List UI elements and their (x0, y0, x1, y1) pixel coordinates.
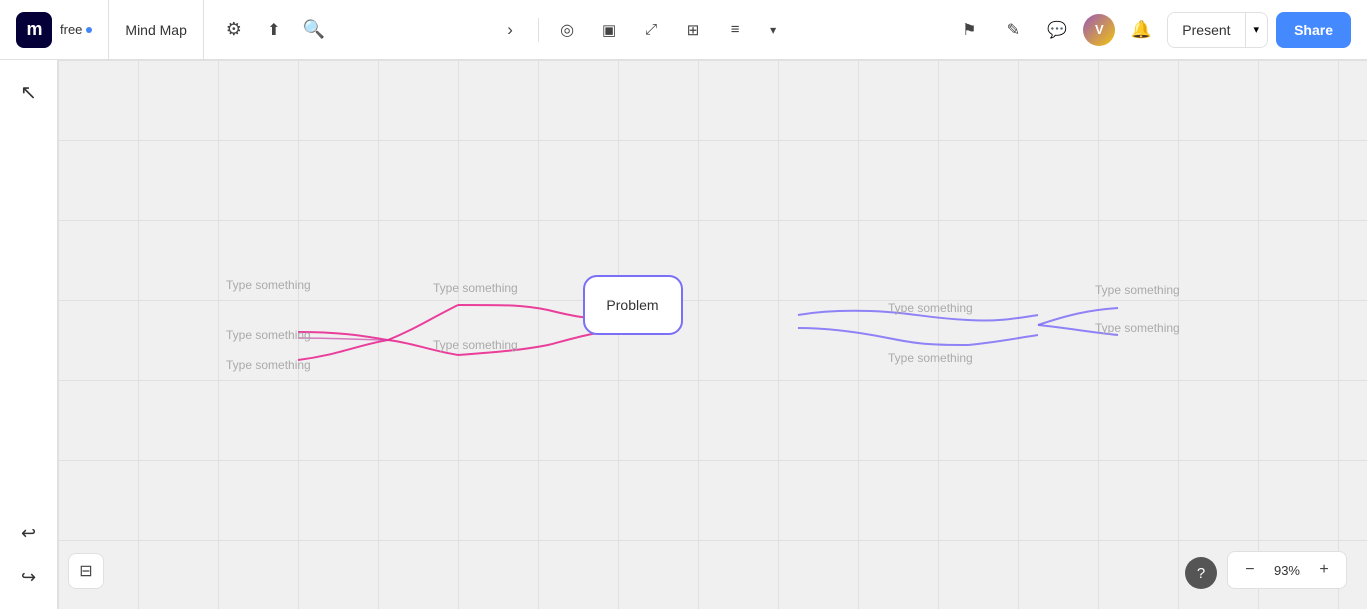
zoom-out-button[interactable]: − (1236, 556, 1264, 584)
chevron-right-icon: › (507, 20, 513, 40)
free-dot (86, 27, 92, 33)
flag-icon: ⚑ (962, 20, 976, 40)
problem-node[interactable]: Problem (583, 275, 683, 335)
settings-icon: ⚙ (226, 19, 242, 40)
apps-icon: ⊞ (687, 21, 700, 39)
fullscreen-button[interactable]: ⤢ (633, 12, 669, 48)
help-button[interactable]: ? (1185, 557, 1217, 589)
zoom-in-button[interactable]: + (1310, 556, 1338, 584)
mindmap-svg (58, 60, 1367, 609)
free-badge: free (60, 22, 92, 37)
present-dropdown-button[interactable]: ▾ (1245, 13, 1268, 47)
board-title: Mind Map (109, 0, 203, 59)
screen-button[interactable]: ▣ (591, 12, 627, 48)
cursor-reaction-icon: ✎ (1007, 20, 1020, 40)
sidebar-toggle-button[interactable]: › (492, 12, 528, 48)
comment-icon: 💬 (1047, 20, 1067, 40)
zoom-level: 93% (1268, 563, 1306, 578)
zoom-controls: − 93% + (1227, 551, 1347, 589)
redo-icon: ↪ (21, 567, 36, 588)
undo-icon: ↩ (21, 523, 36, 544)
toolbar-left-icons: ⚙ ⬆ 🔍 (204, 12, 344, 48)
screen-icon: ▣ (602, 21, 616, 39)
present-chevron-icon: ▾ (1254, 23, 1260, 36)
avatar[interactable]: V (1083, 14, 1115, 46)
fullscreen-icon: ⤢ (645, 21, 657, 38)
problem-node-label: Problem (606, 297, 658, 313)
share-button[interactable]: Share (1276, 12, 1351, 48)
toolbar-center: › ◎ ▣ ⤢ ⊞ ≡ ▾ (344, 12, 935, 48)
cursor-icon: ↖ (20, 80, 37, 105)
plus-icon: + (1319, 561, 1328, 579)
settings-button[interactable]: ⚙ (216, 12, 252, 48)
apps-button[interactable]: ⊞ (675, 12, 711, 48)
panel-toggle-icon: ⊟ (79, 561, 92, 581)
notifications-button[interactable]: 🔔 (1123, 12, 1159, 48)
canvas[interactable]: Problem Type something Type something Ty… (58, 60, 1367, 609)
more-options-button[interactable]: ▾ (759, 16, 787, 44)
comment-button[interactable]: 💬 (1039, 12, 1075, 48)
present-button[interactable]: Present (1168, 13, 1244, 47)
toolbar-left: m free (0, 0, 109, 59)
avatar-text: V (1095, 22, 1104, 37)
bell-icon: 🔔 (1131, 20, 1152, 40)
upload-icon: ⬆ (267, 20, 280, 40)
redo-button[interactable]: ↪ (9, 557, 49, 597)
free-label: free (60, 22, 82, 37)
left-sidebar: ↖ ↩ ↪ (0, 60, 58, 609)
miro-logo: m (16, 12, 52, 48)
minus-icon: − (1245, 561, 1254, 579)
flag-button[interactable]: ⚑ (951, 12, 987, 48)
present-button-group: Present ▾ (1167, 12, 1268, 48)
timer-button[interactable]: ◎ (549, 12, 585, 48)
toolbar-divider (538, 18, 539, 42)
undo-button[interactable]: ↩ (9, 513, 49, 553)
timer-icon: ◎ (560, 20, 574, 40)
top-toolbar: m free Mind Map ⚙ ⬆ 🔍 › ◎ ▣ ⤢ (0, 0, 1367, 60)
notes-button[interactable]: ≡ (717, 12, 753, 48)
search-icon: 🔍 (303, 19, 325, 40)
cursor-reaction-button[interactable]: ✎ (995, 12, 1031, 48)
notes-icon: ≡ (731, 21, 740, 38)
cursor-tool-button[interactable]: ↖ (9, 72, 49, 112)
toolbar-right: ⚑ ✎ 💬 V 🔔 Present ▾ Share (935, 12, 1367, 48)
panel-toggle-button[interactable]: ⊟ (68, 553, 104, 589)
share-export-button[interactable]: ⬆ (256, 12, 292, 48)
miro-logo-icon: m (16, 12, 52, 48)
help-icon: ? (1197, 565, 1205, 582)
search-button[interactable]: 🔍 (296, 12, 332, 48)
mindmap-container: Problem Type something Type something Ty… (58, 60, 1367, 609)
chevron-down-icon: ▾ (770, 23, 776, 37)
